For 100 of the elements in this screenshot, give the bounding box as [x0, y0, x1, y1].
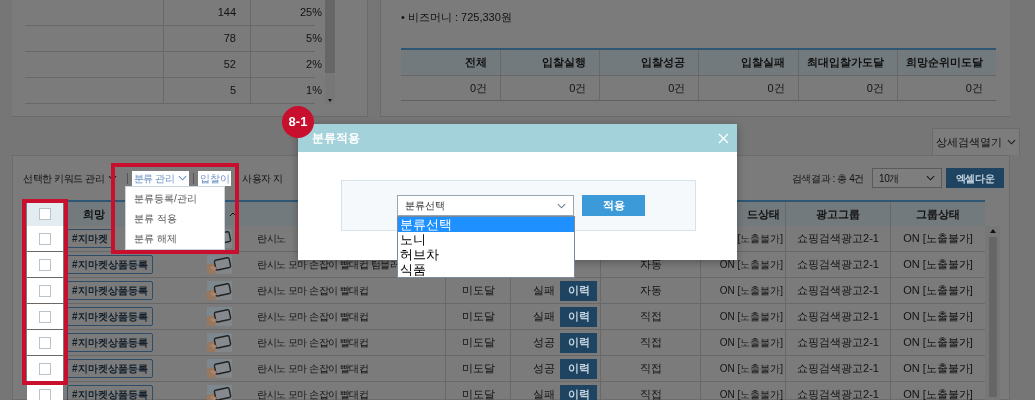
toolbar-link[interactable]: 입찰이 — [198, 170, 232, 186]
keyword-status: ON [노출불가] — [719, 336, 783, 350]
category-select[interactable]: 분류선택 — [397, 195, 574, 216]
summary-cell: 0건 — [698, 76, 798, 100]
checkbox[interactable] — [39, 232, 51, 245]
bid-mode: 직접 — [639, 335, 662, 351]
keyword-tag-button[interactable]: #지마켓상품등록 — [67, 333, 153, 352]
bid-result: 성공 — [533, 361, 555, 377]
ad-group: 쇼핑검색광고2-1 — [797, 282, 879, 299]
count-cell: 52 — [163, 52, 250, 77]
checkbox[interactable] — [39, 208, 51, 220]
detail-search-button[interactable]: 상세검색열기 — [932, 128, 1020, 155]
sort-up-icon[interactable] — [229, 211, 237, 217]
bid-result: 성공 — [533, 335, 555, 351]
column-header: 광고그룹 — [785, 202, 890, 226]
select-option[interactable]: 분류선택 — [398, 217, 574, 232]
keyword-tag-button[interactable]: #지마켓 — [67, 229, 113, 248]
ad-group: 쇼핑검색광고2-1 — [797, 230, 879, 247]
bid-mode: 직접 — [639, 387, 662, 400]
checkbox[interactable] — [39, 258, 51, 271]
ad-group: 쇼핑검색광고2-1 — [797, 360, 879, 377]
rank-status: 미도달 — [461, 361, 495, 377]
keyword-tag-button[interactable]: #지마켓상품등록 — [67, 385, 153, 400]
keyword-status: ON [노출불가] — [719, 310, 783, 324]
checkbox[interactable] — [39, 284, 51, 297]
column-header: 희망 — [83, 206, 105, 222]
column-header: 그룹상태 — [890, 202, 985, 226]
product-name: 란시노 — [257, 232, 286, 246]
ad-group: 쇼핑검색광고2-1 — [797, 256, 879, 273]
keyword-tag-button[interactable]: #지마켓상품등록 — [67, 255, 153, 274]
keyword-menu-button[interactable]: 선택한 키워드 관리 — [23, 170, 117, 186]
menu-item[interactable]: 분류 적용 — [126, 208, 224, 228]
excel-download-button[interactable]: 엑셀다운 — [946, 168, 1004, 188]
group-status: ON [노출불가] — [903, 387, 973, 400]
product-name: 란시노 모마 손잡이 빨대컵 — [257, 336, 369, 350]
select-option[interactable]: 노니 — [398, 232, 574, 247]
history-button[interactable]: 이력 — [560, 280, 597, 301]
account-info: • 비즈머니 : 725,330원 — [401, 10, 513, 25]
group-status: ON [노출불가] — [903, 335, 973, 351]
checkbox[interactable] — [39, 336, 51, 349]
history-button[interactable]: 이력 — [560, 332, 597, 353]
column-header: 최대입찰가도달 — [797, 50, 897, 75]
count-cell: 78 — [163, 26, 250, 51]
keyword-tag-button[interactable]: #지마켓상품등록 — [67, 359, 153, 378]
checkbox[interactable] — [39, 388, 51, 400]
ad-group: 쇼핑검색광고2-1 — [797, 308, 879, 325]
product-name: 란시노 모마 손잡이 빨대컵 — [257, 284, 369, 298]
count-cell: 144 — [163, 0, 250, 25]
history-button[interactable]: 이력 — [560, 358, 597, 379]
summary-cell: 0건 — [599, 76, 699, 100]
product-name: 란시노 모마 손잡이 빨대컵 — [257, 362, 369, 376]
product-name: 란시노 모마 손잡이 빨대컵 — [257, 388, 369, 400]
chevron-down-icon — [178, 175, 188, 181]
dialog-title: 분류적용 — [312, 130, 360, 147]
page-size-select[interactable]: 10개 — [872, 168, 942, 188]
chevron-down-icon — [107, 175, 117, 181]
bid-result: 실패 — [533, 309, 555, 325]
bid-mode: 직접 — [639, 361, 662, 377]
close-icon[interactable] — [718, 132, 729, 144]
bid-mode: 자동 — [639, 257, 662, 273]
column-header: 드상태 — [746, 206, 781, 222]
checkbox[interactable] — [39, 362, 51, 375]
summary-cell: 0건 — [500, 76, 600, 100]
keyword-status: ON [노출불가] — [719, 258, 783, 272]
scrollbar[interactable] — [325, 0, 335, 104]
scrollbar[interactable] — [985, 226, 1000, 400]
toolbar-link[interactable]: 사용자 지 — [242, 170, 283, 186]
chevron-down-icon — [557, 202, 566, 209]
category-menu-button[interactable]: 분류 관리 — [131, 170, 190, 186]
scroll-down-icon[interactable] — [325, 98, 335, 104]
column-header: 입찰실행 — [500, 50, 600, 75]
result-count: 검색결과 : 총 4건 — [791, 171, 864, 186]
select-option[interactable]: 식품 — [398, 262, 574, 277]
history-button[interactable]: 이력 — [560, 306, 597, 327]
summary-cell-text: 0건 — [469, 80, 489, 96]
group-status: ON [노출불가] — [903, 257, 973, 273]
bid-mode: 직접 — [639, 309, 662, 325]
group-status: ON [노출불가] — [903, 283, 973, 299]
bid-result: 실패 — [533, 283, 555, 299]
scroll-up-icon[interactable] — [989, 229, 996, 233]
chevron-down-icon — [1007, 139, 1016, 145]
chevron-down-icon — [926, 175, 935, 181]
column-header: 입찰성공 — [599, 50, 699, 75]
menu-item[interactable]: 분류 해제 — [126, 228, 224, 248]
ad-group: 쇼핑검색광고2-1 — [797, 334, 879, 351]
column-header: 전체 — [464, 55, 489, 71]
apply-button[interactable]: 적용 — [582, 195, 645, 216]
keyword-status: ON [노출불가] — [719, 284, 783, 298]
group-status: ON [노출불가] — [903, 309, 973, 325]
menu-item[interactable]: 분류등록/관리 — [126, 188, 224, 208]
summary-cell: 0건 — [797, 76, 897, 100]
keyword-tag-button[interactable]: #지마켓상품등록 — [67, 307, 153, 326]
keyword-tag-button[interactable]: #지마켓상품등록 — [67, 281, 153, 300]
column-header: 희망순위미도달 — [896, 50, 996, 75]
keyword-status: [노출불가] — [737, 232, 783, 246]
history-button[interactable]: 이력 — [560, 384, 597, 400]
product-name: 란시노 모마 손잡이 빨대컵 — [257, 310, 369, 324]
select-option[interactable]: 허브차 — [398, 247, 574, 262]
checkbox[interactable] — [39, 310, 51, 323]
keyword-status: ON [노출불가] — [719, 388, 783, 400]
